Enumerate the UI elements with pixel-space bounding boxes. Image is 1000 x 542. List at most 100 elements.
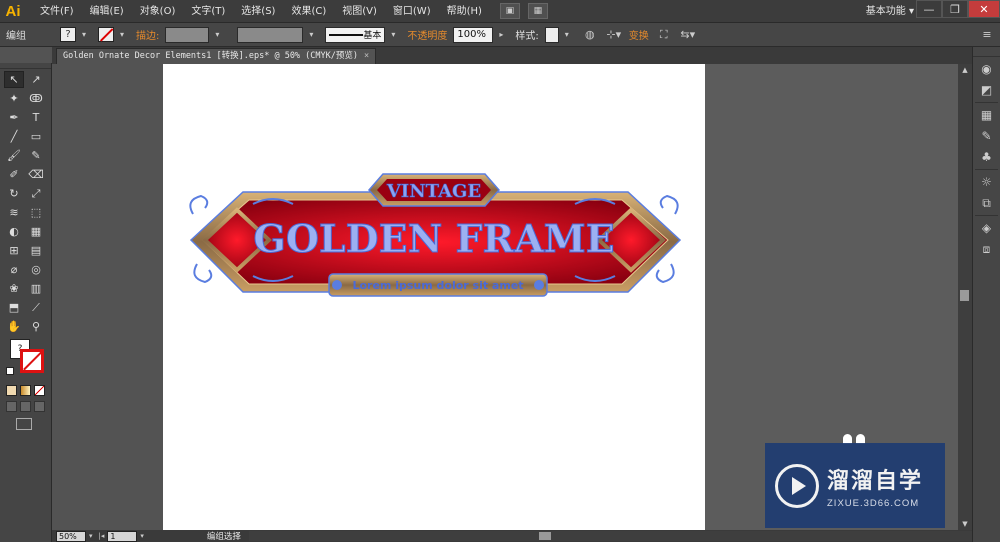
horizontal-scroll-thumb[interactable] [538, 532, 551, 540]
shape-builder-tool-icon[interactable]: ◐ [4, 223, 24, 240]
lasso-tool-icon[interactable]: ↂ [26, 90, 46, 107]
blend-tool-icon[interactable]: ◎ [26, 261, 46, 278]
close-tab-icon[interactable]: × [364, 51, 369, 61]
vertical-scrollbar[interactable]: ▲ ▼ [958, 64, 972, 530]
eyedropper-tool-icon[interactable]: ⌀ [4, 261, 24, 278]
mesh-tool-icon[interactable]: ⊞ [4, 242, 24, 259]
draw-inside-icon[interactable] [34, 401, 45, 412]
arrange-icon[interactable]: ⇆▾ [679, 27, 697, 43]
golden-frame-artwork[interactable]: VINTAGE GOLDEN FRAME Lorem ipsum dolor s… [163, 64, 705, 530]
pen-tool-icon[interactable]: ✒ [4, 109, 24, 126]
rectangle-tool-icon[interactable]: ▭ [26, 128, 46, 145]
color-mode-icon[interactable] [6, 385, 17, 396]
type-tool-icon[interactable]: T [26, 109, 46, 126]
document-tab[interactable]: Golden Ornate Decor Elements1 [转换].eps* … [56, 48, 377, 64]
zoom-level-field[interactable]: 50% [56, 530, 86, 542]
draw-normal-icon[interactable] [6, 401, 17, 412]
perspective-grid-tool-icon[interactable]: ▦ [26, 223, 46, 240]
slice-tool-icon[interactable]: ⟋ [26, 299, 46, 316]
rotate-tool-icon[interactable]: ↻ [4, 185, 24, 202]
pencil-tool-icon[interactable]: ✎ [26, 147, 46, 164]
screen-mode-icon[interactable] [16, 418, 32, 430]
recolor-artwork-icon[interactable]: ◍ [581, 27, 599, 43]
horizontal-scrollbar[interactable] [248, 531, 972, 541]
symbols-panel-icon[interactable]: ♣ [977, 148, 997, 166]
selection-tool-icon[interactable]: ↖ [4, 71, 24, 88]
artboards-panel-icon[interactable]: ⧈ [977, 240, 997, 258]
profile-dropdown-icon[interactable]: ▾ [309, 30, 319, 39]
brush-definition[interactable]: 基本 [325, 26, 386, 43]
width-tool-icon[interactable]: ≋ [4, 204, 24, 221]
artboard-tool-icon[interactable]: ⬒ [4, 299, 24, 316]
scale-tool-icon[interactable]: ⤢ [26, 185, 46, 202]
color-panel-icon[interactable]: ◉ [977, 60, 997, 78]
panel-dock-grip[interactable] [973, 47, 1000, 57]
stroke-dropdown-icon[interactable]: ▾ [120, 30, 130, 39]
stroke-weight-input[interactable] [165, 26, 210, 43]
gradient-mode-icon[interactable] [20, 385, 31, 396]
eraser-tool-icon[interactable]: ⌫ [26, 166, 46, 183]
brush-dropdown-icon[interactable]: ▾ [391, 30, 401, 39]
menu-item[interactable]: 视图(V) [334, 0, 385, 23]
gradient-tool-icon[interactable]: ▤ [26, 242, 46, 259]
fill-swatch[interactable]: ? [60, 27, 76, 42]
stroke-box[interactable] [20, 349, 44, 373]
close-button[interactable]: ✕ [968, 0, 1000, 18]
zoom-dropdown-icon[interactable]: ▾ [86, 532, 96, 540]
align-icon[interactable]: ⊹▾ [605, 27, 623, 43]
restore-button[interactable]: ❐ [942, 0, 968, 18]
brushes-panel-icon[interactable]: ✎ [977, 127, 997, 145]
menu-item[interactable]: 对象(O) [132, 0, 184, 23]
panel-menu-icon[interactable]: ≡ [978, 27, 996, 43]
color-guide-icon[interactable]: ◩ [977, 81, 997, 99]
hand-tool-icon[interactable]: ✋ [4, 318, 24, 335]
menu-item[interactable]: 帮助(H) [439, 0, 490, 23]
menu-item[interactable]: 文字(T) [183, 0, 233, 23]
graphic-styles-icon[interactable]: ⧉ [977, 194, 997, 212]
scroll-up-icon[interactable]: ▲ [960, 66, 970, 74]
artboard-dropdown-icon[interactable]: ▾ [137, 532, 147, 540]
column-graph-tool-icon[interactable]: ▥ [26, 280, 46, 297]
stroke-weight-dropdown-icon[interactable]: ▾ [215, 30, 225, 39]
fill-dropdown-icon[interactable]: ▾ [82, 30, 92, 39]
opacity-dropdown-icon[interactable]: ▸ [499, 30, 509, 39]
menu-item[interactable]: 选择(S) [233, 0, 283, 23]
menu-item[interactable]: 效果(C) [283, 0, 334, 23]
artboard-number-field[interactable]: 1 [107, 530, 138, 542]
swatches-panel-icon[interactable]: ▦ [977, 106, 997, 124]
appearance-panel-icon[interactable]: ☼ [977, 173, 997, 191]
stroke-swatch[interactable] [98, 27, 114, 42]
variable-width-profile[interactable] [237, 26, 304, 43]
bridge-icon[interactable]: ▣ [499, 3, 520, 19]
transform-link[interactable]: 变换 [629, 27, 649, 42]
menu-item[interactable]: 文件(F) [32, 0, 82, 23]
magic-wand-tool-icon[interactable]: ✦ [4, 90, 24, 107]
style-dropdown-icon[interactable]: ▾ [565, 30, 575, 39]
graphic-style-swatch[interactable] [544, 26, 559, 43]
line-tool-icon[interactable]: ╱ [4, 128, 24, 145]
isolate-group-icon[interactable]: ⛶ [655, 27, 673, 43]
draw-behind-icon[interactable] [20, 401, 31, 412]
free-transform-tool-icon[interactable]: ⬚ [26, 204, 46, 221]
layers-panel-icon[interactable]: ◈ [977, 219, 997, 237]
arrange-documents-icon[interactable]: ▦ [527, 3, 548, 19]
workspace-switcher[interactable]: 基本功能 ▾ [866, 0, 914, 23]
symbol-sprayer-tool-icon[interactable]: ❀ [4, 280, 24, 297]
none-mode-icon[interactable] [34, 385, 45, 396]
paintbrush-tool-icon[interactable]: 🖌 [4, 147, 24, 164]
direct-selection-tool-icon[interactable]: ↗ [26, 71, 46, 88]
status-text[interactable]: 编组选择 [207, 530, 241, 542]
opacity-input[interactable]: 100% [453, 26, 494, 43]
first-artboard-icon[interactable]: |◂ [96, 532, 108, 540]
blob-brush-tool-icon[interactable]: ✐ [4, 166, 24, 183]
zoom-tool-icon[interactable]: ⚲ [26, 318, 46, 335]
vertical-scroll-thumb[interactable] [960, 290, 969, 301]
artboard[interactable]: VINTAGE GOLDEN FRAME Lorem ipsum dolor s… [163, 64, 705, 530]
scroll-down-icon[interactable]: ▼ [960, 520, 970, 528]
menu-item[interactable]: 编辑(E) [82, 0, 132, 23]
minimize-button[interactable]: — [916, 0, 942, 18]
stroke-weight-label[interactable]: 描边: [136, 27, 159, 42]
default-colors-icon[interactable] [6, 367, 14, 375]
opacity-label[interactable]: 不透明度 [407, 27, 447, 42]
menu-item[interactable]: 窗口(W) [385, 0, 439, 23]
